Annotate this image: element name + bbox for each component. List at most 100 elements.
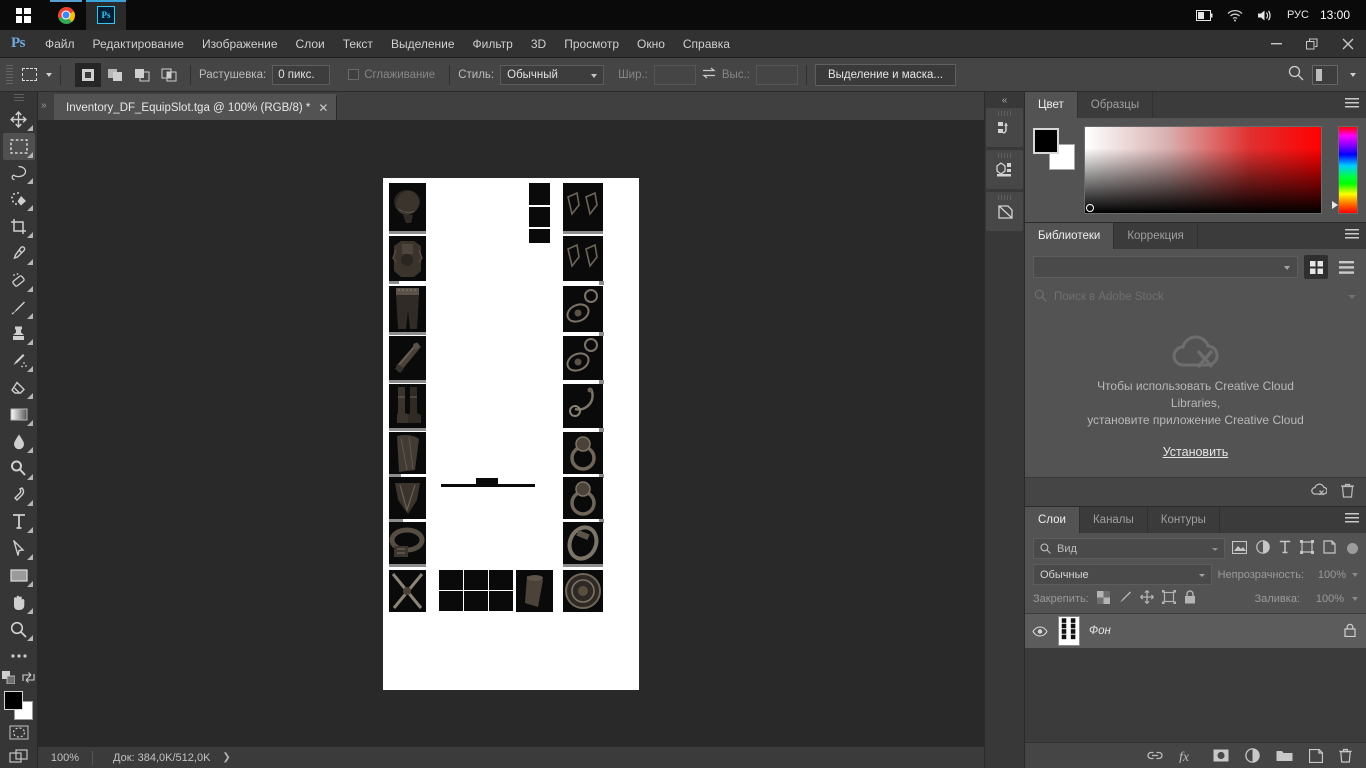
history-brush-tool[interactable] [3, 347, 35, 374]
taskbar-app-photoshop[interactable]: Ps [86, 0, 126, 30]
hue-marker[interactable] [1332, 201, 1339, 209]
fill-chevron-down-icon[interactable] [1352, 596, 1358, 601]
quick-mask-icon[interactable] [4, 721, 34, 743]
tab-adjustments[interactable]: Коррекция [1114, 223, 1198, 249]
style-select[interactable]: Обычный [500, 64, 605, 85]
type-tool[interactable] [3, 508, 35, 535]
rectangle-tool[interactable] [3, 562, 35, 589]
shape-filter-icon[interactable] [1300, 540, 1314, 557]
panel-menu-icon[interactable] [1345, 98, 1359, 110]
opacity-value[interactable]: 100% [1310, 569, 1346, 581]
search-icon[interactable] [1288, 65, 1304, 84]
smart-object-filter-icon[interactable] [1323, 540, 1336, 557]
opacity-chevron-down-icon[interactable] [1352, 572, 1358, 577]
close-icon[interactable]: ✕ [318, 102, 328, 114]
eyedropper-tool[interactable] [3, 240, 35, 267]
gradient-tool[interactable] [3, 401, 35, 428]
menu-select[interactable]: Выделение [382, 30, 464, 58]
cloud-off-icon[interactable] [1310, 483, 1328, 501]
color-swatches[interactable] [3, 691, 35, 721]
foreground-color-swatch[interactable] [3, 691, 23, 711]
status-chevron-right-icon[interactable]: ❯ [222, 752, 230, 763]
stock-search-input[interactable]: Поиск в Adobe Stock [1054, 291, 1164, 303]
default-colors-icon[interactable] [2, 671, 16, 687]
collapse-panels-icon[interactable]: « [984, 92, 1025, 108]
layer-thumbnail[interactable] [1058, 616, 1080, 646]
3d-panel-icon[interactable] [986, 150, 1023, 189]
blend-mode-select[interactable]: Обычные [1033, 564, 1212, 585]
add-to-selection-button[interactable] [102, 62, 128, 87]
list-view-icon[interactable] [1334, 255, 1358, 279]
link-layers-icon[interactable] [1147, 750, 1163, 761]
eye-icon[interactable] [1031, 625, 1049, 637]
artboard[interactable] [383, 177, 639, 690]
antialias-checkbox[interactable] [348, 69, 360, 80]
zoom-tool[interactable] [3, 616, 35, 643]
panel-menu-icon[interactable] [1345, 229, 1359, 241]
properties-panel-icon[interactable] [986, 192, 1023, 231]
new-layer-icon[interactable] [1309, 748, 1323, 763]
install-link[interactable]: Установить [1163, 445, 1229, 459]
hue-strip[interactable] [1332, 126, 1358, 214]
clone-stamp-tool[interactable] [3, 321, 35, 348]
canvas-area[interactable] [38, 121, 984, 746]
lock-transparent-pixels-icon[interactable] [1096, 590, 1110, 607]
tab-swatches[interactable]: Образцы [1077, 92, 1154, 118]
select-and-mask-button[interactable]: Выделение и маска... [814, 63, 957, 86]
menu-edit[interactable]: Редактирование [84, 30, 193, 58]
menu-filter[interactable]: Фильтр [464, 30, 522, 58]
tool-preset-chevron-down-icon[interactable] [46, 72, 52, 77]
zoom-level[interactable]: 100% [38, 752, 92, 764]
menu-help[interactable]: Справка [674, 30, 739, 58]
panel-menu-icon[interactable] [1345, 513, 1359, 525]
lock-image-pixels-icon[interactable] [1118, 590, 1132, 607]
quick-selection-tool[interactable] [3, 186, 35, 213]
spot-healing-brush-tool[interactable] [3, 267, 35, 294]
battery-icon[interactable] [1189, 0, 1220, 30]
filter-enable-toggle[interactable] [1347, 543, 1358, 554]
height-input[interactable] [755, 64, 798, 85]
move-tool[interactable] [3, 106, 35, 133]
lock-artboard-icon[interactable] [1161, 590, 1176, 607]
eraser-tool[interactable] [3, 374, 35, 401]
intersect-selection-button[interactable] [156, 62, 182, 87]
menu-image[interactable]: Изображение [193, 30, 287, 58]
tab-overflow-icon[interactable]: » [38, 91, 54, 120]
dodge-tool[interactable] [3, 455, 35, 482]
tab-color[interactable]: Цвет [1025, 92, 1078, 118]
lock-position-icon[interactable] [1139, 590, 1154, 607]
rectangular-marquee-tool[interactable] [2, 132, 35, 160]
color-panel-swatches[interactable] [1033, 128, 1075, 170]
screen-mode-icon[interactable] [4, 746, 34, 768]
subtract-from-selection-button[interactable] [129, 62, 155, 87]
width-input[interactable] [653, 64, 696, 85]
color-ramp-marker[interactable] [1085, 204, 1094, 212]
menu-layers[interactable]: Слои [287, 30, 334, 58]
minimize-button[interactable] [1258, 30, 1294, 58]
grid-view-icon[interactable] [1304, 255, 1328, 279]
options-bar-grip[interactable] [6, 64, 13, 85]
layer-style-fx-icon[interactable]: fx [1179, 749, 1197, 763]
volume-icon[interactable] [1250, 0, 1280, 30]
document-tab[interactable]: Inventory_DF_EquipSlot.tga @ 100% (RGB/8… [54, 94, 338, 120]
lasso-tool[interactable] [3, 160, 35, 187]
pixel-filter-icon[interactable] [1231, 540, 1248, 557]
layer-filter-select[interactable]: Вид [1033, 538, 1225, 559]
taskbar-clock[interactable]: 13:00 [1316, 0, 1358, 30]
wifi-icon[interactable] [1220, 0, 1250, 30]
crop-tool[interactable] [3, 213, 35, 240]
workspace-switcher-icon[interactable] [1312, 64, 1338, 85]
delete-layer-icon[interactable] [1339, 748, 1352, 763]
taskbar-app-chrome[interactable] [46, 0, 86, 30]
library-select[interactable] [1033, 256, 1298, 278]
toolbar-grip[interactable] [13, 94, 24, 103]
brush-tool[interactable] [3, 294, 35, 321]
menu-3d[interactable]: 3D [522, 30, 555, 58]
tab-layers[interactable]: Слои [1025, 507, 1080, 533]
language-indicator[interactable]: РУС [1280, 0, 1316, 30]
lock-icon[interactable] [1344, 623, 1356, 640]
start-button[interactable] [0, 0, 46, 30]
adjustment-layer-icon[interactable] [1245, 748, 1260, 763]
add-mask-icon[interactable] [1213, 749, 1229, 762]
blur-tool[interactable] [3, 428, 35, 455]
